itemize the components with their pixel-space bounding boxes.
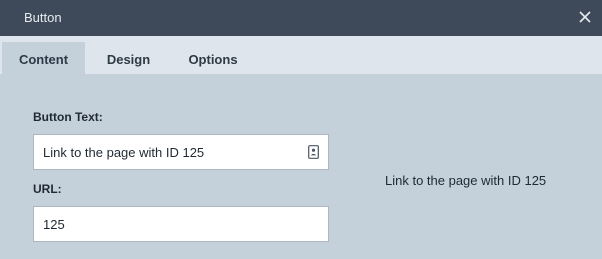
button-text-label: Button Text: — [33, 110, 103, 124]
url-field — [33, 206, 329, 242]
content-panel: Button Text: URL: Link to the page with … — [0, 74, 602, 259]
dialog-titlebar: Button — [0, 0, 602, 36]
tab-options[interactable]: Options — [172, 42, 254, 74]
url-input[interactable] — [43, 207, 293, 241]
button-preview: Link to the page with ID 125 — [385, 173, 547, 188]
tab-bar: Content Design Options — [0, 36, 602, 74]
close-icon[interactable] — [576, 8, 594, 26]
tab-design[interactable]: Design — [93, 42, 164, 74]
contact-card-icon[interactable] — [308, 145, 319, 159]
button-text-field — [33, 134, 329, 170]
button-text-input[interactable] — [43, 135, 293, 169]
url-label: URL: — [33, 182, 62, 196]
dialog-title: Button — [24, 10, 62, 25]
tab-content[interactable]: Content — [2, 42, 85, 74]
